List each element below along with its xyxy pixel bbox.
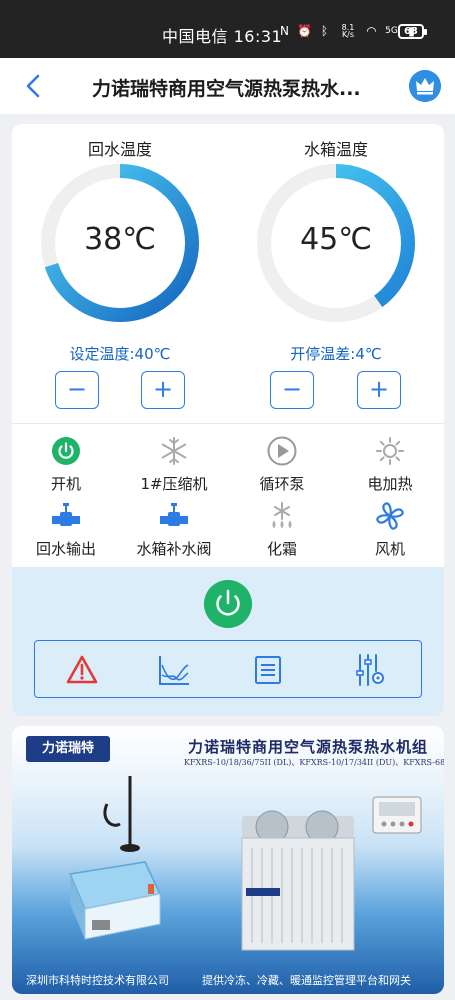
bluetooth-icon: ᛒ bbox=[320, 24, 329, 38]
power-button[interactable] bbox=[204, 580, 252, 628]
device-label: 循环泵 bbox=[259, 475, 305, 493]
set-temp-plus-button[interactable]: + bbox=[141, 371, 185, 409]
brand-logo: 力诺瑞特 bbox=[26, 736, 110, 762]
temp-diff-minus-button[interactable]: − bbox=[270, 371, 314, 409]
temp-diff-plus-button[interactable]: + bbox=[357, 371, 401, 409]
return-water-temp-title: 回水温度 bbox=[87, 140, 152, 159]
alarm-icon[interactable] bbox=[65, 653, 99, 687]
antenna-image bbox=[103, 776, 140, 852]
divider bbox=[12, 423, 444, 424]
banner-slogan: 提供冷冻、冷藏、暖通监控管理平台和网关 bbox=[202, 974, 411, 987]
function-toolbar bbox=[34, 640, 422, 698]
wifi-icon: ◠ bbox=[366, 24, 377, 38]
tank-temp-value: 45℃ bbox=[300, 222, 372, 257]
banner-company: 深圳市科特时控技术有限公司 bbox=[26, 974, 169, 987]
device-label: 电加热 bbox=[367, 475, 413, 493]
set-temp-label: 设定温度:40℃ bbox=[69, 345, 171, 363]
device-fan: 风机 bbox=[336, 501, 444, 559]
control-card: 回水温度 38℃ 水箱温度 45℃ 设定温度:40℃ 开停温差:4℃ − + −… bbox=[12, 124, 444, 716]
play-icon bbox=[267, 436, 297, 466]
gateway-device-image bbox=[68, 861, 162, 940]
carrier-time: 中国电信 16:31 bbox=[162, 27, 283, 46]
control-zone bbox=[12, 567, 444, 716]
battery-icon: 63 bbox=[398, 24, 427, 39]
device-label: 回水输出 bbox=[35, 540, 96, 558]
start-stop-diff-label: 开停温差:4℃ bbox=[290, 345, 382, 363]
wall-controller-image bbox=[372, 796, 422, 834]
device-defrost: 化霜 bbox=[228, 501, 336, 559]
snowflake-icon bbox=[161, 437, 187, 465]
app-header: 力诺瑞特商用空气源热泵热水... bbox=[0, 58, 455, 114]
device-power: 开机 bbox=[12, 436, 120, 494]
device-label: 开机 bbox=[50, 475, 81, 493]
chart-icon[interactable] bbox=[157, 653, 191, 687]
device-label: 化霜 bbox=[266, 540, 297, 558]
valve-icon bbox=[160, 503, 188, 526]
device-electric-heater: 电加热 bbox=[336, 436, 444, 494]
defrost-icon bbox=[272, 502, 292, 529]
tank-temp-title: 水箱温度 bbox=[303, 140, 368, 159]
back-arrow-icon[interactable] bbox=[22, 72, 46, 100]
banner-models: KFXRS-10/18/36/75II (DL)、KFXRS-10/17/34I… bbox=[184, 758, 444, 767]
page-title: 力诺瑞特商用空气源热泵热水... bbox=[92, 78, 361, 100]
device-label: 水箱补水阀 bbox=[136, 540, 212, 558]
device-label: 风机 bbox=[374, 540, 405, 558]
valve-icon bbox=[52, 503, 80, 526]
product-banner[interactable]: 力诺瑞特 力诺瑞特商用空气源热泵热水机组 KFXRS-10/18/36/75II… bbox=[12, 726, 444, 994]
speed-indicator: 8.1 K/s bbox=[341, 23, 355, 39]
fan-icon bbox=[376, 502, 404, 530]
device-return-water-output: 回水输出 bbox=[12, 501, 120, 559]
settings-sliders-icon[interactable] bbox=[353, 653, 387, 687]
set-temp-minus-button[interactable]: − bbox=[55, 371, 99, 409]
return-water-temp-value: 38℃ bbox=[84, 222, 156, 257]
network-icon: 5G bbox=[385, 26, 398, 36]
nfc-icon: N bbox=[280, 24, 289, 38]
device-compressor: 1#压缩机 bbox=[120, 436, 228, 494]
device-label: 1#压缩机 bbox=[140, 475, 208, 493]
crown-icon[interactable] bbox=[409, 70, 441, 102]
power-on-icon bbox=[52, 437, 80, 465]
device-circulation-pump: 循环泵 bbox=[228, 436, 336, 494]
list-icon[interactable] bbox=[251, 653, 285, 687]
sun-icon bbox=[376, 437, 404, 465]
banner-title: 力诺瑞特商用空气源热泵热水机组 bbox=[188, 738, 429, 756]
status-bar: 中国电信 16:31 N ⏰ ᛒ 8.1 K/s ◠ 5G ▮ 63 bbox=[0, 0, 455, 58]
alarm-clock-icon: ⏰ bbox=[297, 24, 312, 38]
device-tank-refill-valve: 水箱补水阀 bbox=[120, 501, 228, 559]
heat-pump-unit-image bbox=[241, 810, 355, 951]
